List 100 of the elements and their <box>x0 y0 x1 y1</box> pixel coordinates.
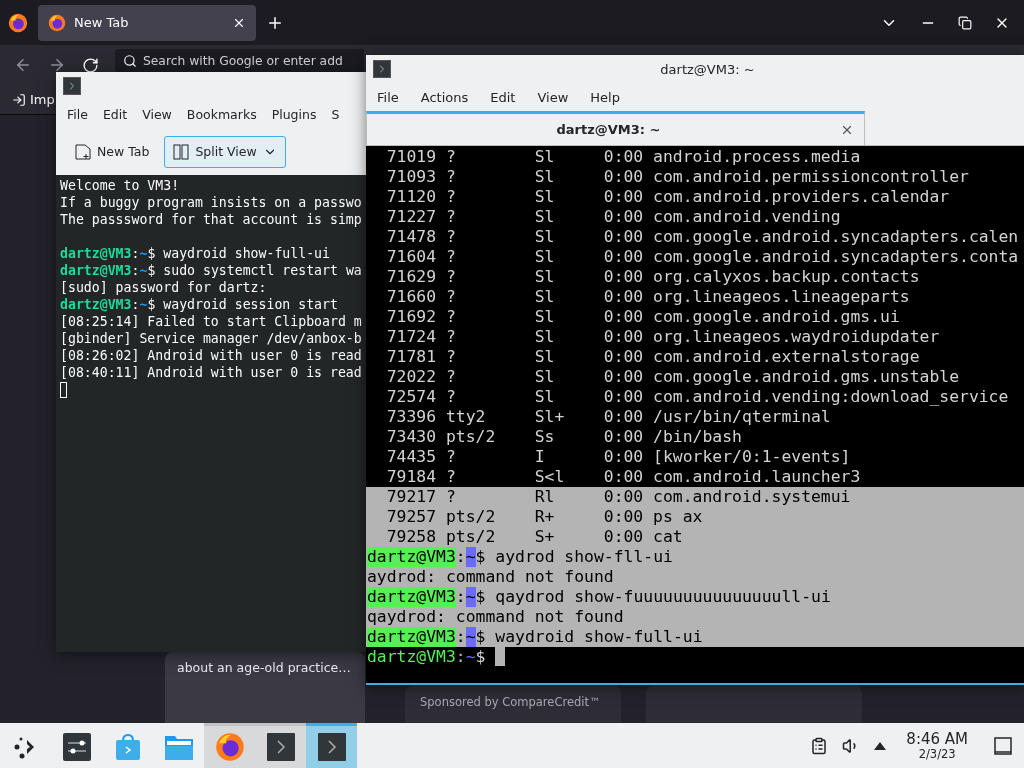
restore-icon[interactable] <box>958 15 972 30</box>
command-cell: cat <box>653 527 683 547</box>
time-cell-text: 0:00 <box>602 267 644 287</box>
menu-item[interactable]: File <box>377 89 399 105</box>
stat-cell-text: R+ <box>534 507 556 527</box>
prompt-path: ~ <box>465 647 476 667</box>
prompt-user: dartz@VM3 <box>367 627 456 647</box>
back-icon[interactable] <box>14 56 32 74</box>
menu-item[interactable]: Plugins <box>271 106 317 122</box>
prompt-path: ~ <box>139 296 148 313</box>
time-cell-text: 0:00 <box>602 167 644 187</box>
story-card[interactable]: Sponsored by CompareCredit™ <box>405 685 621 723</box>
command-cell: com.google.android.gms.ui <box>653 307 900 327</box>
prompt-separator: : <box>131 245 140 262</box>
pid-cell-text: 71120 <box>385 187 437 207</box>
tty-cell-text: pts/2 <box>445 527 497 547</box>
new-tab-button[interactable]: New Tab <box>66 135 159 168</box>
stat-cell-text: Sl <box>534 307 556 327</box>
pid-cell-text: 79258 <box>385 527 437 547</box>
forward-icon[interactable] <box>48 56 66 74</box>
pid-cell-text: 79184 <box>385 467 437 487</box>
command-cell: com.android.permissioncontroller <box>653 167 969 187</box>
menu-item[interactable]: View <box>142 106 172 122</box>
stat-cell-text: Sl <box>534 327 556 347</box>
menu-item[interactable]: Bookmarks <box>186 106 257 122</box>
clipboard-icon[interactable] <box>810 736 829 755</box>
time-cell-text: 0:00 <box>602 227 644 247</box>
prompt-path: ~ <box>139 262 148 279</box>
url-bar[interactable]: Search with Google or enter add <box>115 49 364 72</box>
command-text: qaydrod show-fuuuuuuuuuuuuuuull-ui <box>495 587 831 607</box>
time-cell-text: 0:00 <box>602 247 644 267</box>
time-cell-text: 0:00 <box>602 187 644 207</box>
clock[interactable]: 8:46 AM 2/3/23 <box>906 730 968 761</box>
output-text: If a buggy program insists on a passwo <box>60 194 362 211</box>
clock-time: 8:46 AM <box>906 730 968 748</box>
command-cell: org.calyxos.backup.contacts <box>653 267 920 287</box>
menu-item[interactable]: Edit <box>490 89 516 105</box>
terminal-icon <box>63 77 81 95</box>
stat-cell-text: Sl <box>534 347 556 367</box>
prompt-user: dartz@VM3 <box>60 245 132 262</box>
search-icon <box>123 53 137 68</box>
command-cell: com.android.systemui <box>653 487 851 507</box>
menu-item[interactable]: S <box>331 106 340 122</box>
taskbar-button[interactable] <box>255 723 306 768</box>
output-text: [sudo] password for dartz: <box>60 279 267 296</box>
time-cell-text: 0:00 <box>602 147 644 167</box>
prompt-sign: $ <box>147 262 156 279</box>
firefox-icon[interactable] <box>8 12 28 33</box>
time-cell-text: 0:00 <box>602 207 644 227</box>
pid-cell-text: 71019 <box>385 147 437 167</box>
stat-cell-text: S<l <box>534 467 566 487</box>
menu-item[interactable]: File <box>67 106 88 122</box>
time-cell-text: 0:00 <box>602 307 644 327</box>
pid-cell-text: 79257 <box>385 507 437 527</box>
command-cell: com.android.vending:download_service <box>653 387 1009 407</box>
tty-cell-text: ? <box>445 447 457 467</box>
tty-cell-text: ? <box>445 227 457 247</box>
output-text: [08:26:02] Android with user 0 is read <box>60 347 362 364</box>
split-view-button[interactable]: Split View <box>164 135 286 168</box>
terminal-tab[interactable]: dartz@VM3: ~ <box>366 111 865 145</box>
command-cell: /bin/bash <box>653 427 742 447</box>
terminal-icon <box>266 733 295 761</box>
command-cell: org.lineageos.lineageparts <box>653 287 910 307</box>
folder-icon <box>163 733 194 761</box>
time-cell-text: 0:00 <box>602 527 644 547</box>
command-cell: android.process.media <box>653 147 861 167</box>
stat-cell-text: I <box>534 447 546 467</box>
stat-cell-text: Sl <box>534 287 556 307</box>
command-cell: [kworker/0:1-events] <box>653 447 851 467</box>
command-cell: com.android.providers.calendar <box>653 187 950 207</box>
prompt-separator: : <box>131 296 140 313</box>
prompt-user: dartz@VM3 <box>367 547 456 567</box>
terminal-output[interactable] <box>56 175 366 652</box>
time-cell-text: 0:00 <box>602 447 644 467</box>
pid-cell-text: 71781 <box>385 347 437 367</box>
prompt-path: ~ <box>465 627 476 647</box>
pid-cell-text: 73430 <box>385 427 437 447</box>
menu-item[interactable]: Actions <box>420 89 469 105</box>
reload-icon[interactable] <box>82 56 99 74</box>
stat-cell-text: Sl <box>534 267 556 287</box>
show-desktop-icon[interactable] <box>994 736 1012 755</box>
command-cell: com.google.android.syncadapters.calen <box>653 227 1019 247</box>
menu-item[interactable]: Help <box>590 89 620 105</box>
expand-arrow-icon[interactable] <box>874 741 887 750</box>
command-cell: com.android.vending <box>653 207 841 227</box>
menu-item[interactable]: Edit <box>102 106 128 122</box>
time-cell-text: 0:00 <box>602 507 644 527</box>
bookmark-link[interactable]: Imp <box>12 92 55 107</box>
menu-item[interactable]: View <box>537 89 569 105</box>
stat-cell-text: Sl <box>534 247 556 267</box>
tab-title: dartz@VM3: ~ <box>555 122 662 137</box>
firefox-icon <box>48 13 66 32</box>
tty-cell-text: ? <box>445 347 457 367</box>
tty-cell-text: ? <box>445 387 457 407</box>
time-cell-text: 0:00 <box>602 327 644 347</box>
pid-cell-text: 73396 <box>385 407 437 427</box>
browser-tab[interactable]: New Tab <box>38 4 256 41</box>
story-card[interactable]: about an age-old practice… <box>165 652 365 723</box>
taskbar-button[interactable] <box>306 723 357 768</box>
command-cell: com.android.externalstorage <box>653 347 920 367</box>
